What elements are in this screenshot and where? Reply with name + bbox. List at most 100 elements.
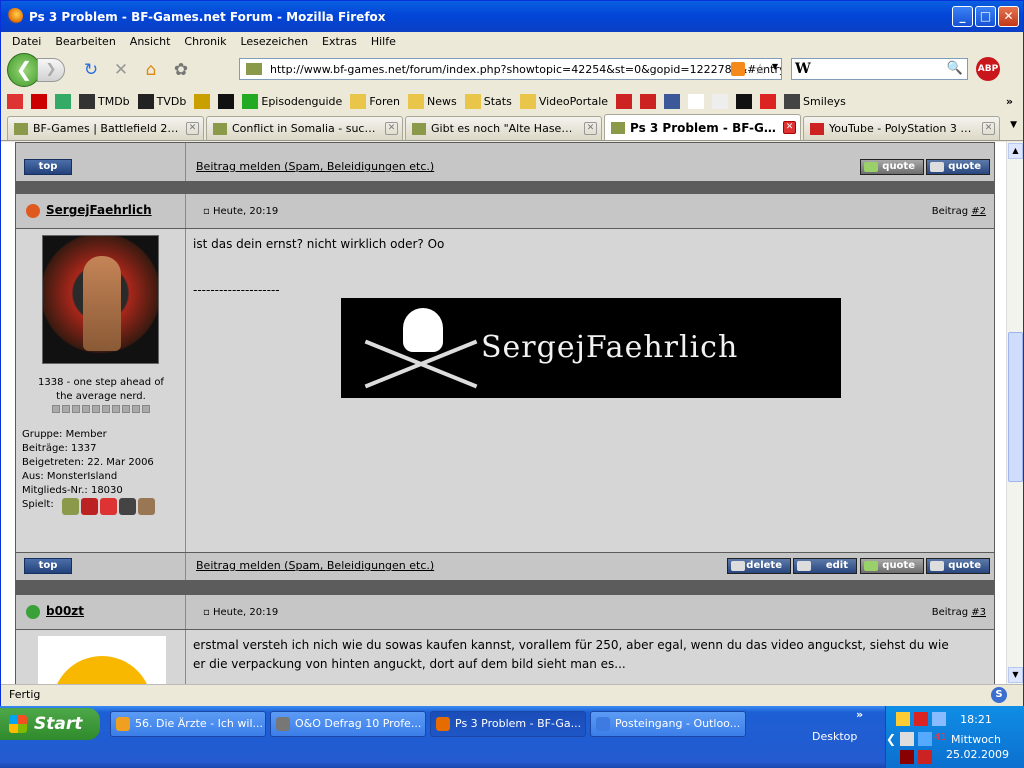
tray-icon[interactable] [896,712,910,726]
post-body: erstmal versteh ich nich wie du sowas ka… [16,630,994,684]
bookmark-label: Smileys [803,94,846,108]
bookmark-item[interactable] [736,93,756,109]
browser-tab[interactable]: Ps 3 Problem - BF-Game... ✕ [604,114,801,140]
tray-icon[interactable] [900,750,914,764]
bookmark-item[interactable] [55,93,75,109]
bookmarks-overflow-icon[interactable]: » [1006,95,1013,108]
report-link[interactable]: Beitrag melden (Spam, Beleidigungen etc.… [196,160,434,173]
back-button[interactable]: ❮ [7,53,41,87]
bookmark-item[interactable]: Stats [464,93,516,109]
tray-counter[interactable]: 41 [934,732,947,743]
post-username[interactable]: b00zt [46,604,84,618]
edit-button[interactable]: edit [793,558,857,574]
scroll-down-icon[interactable]: ▼ [1008,667,1023,683]
quote-button[interactable]: quote [926,558,990,574]
taskbar-button[interactable]: O&O Defrag 10 Profe... [270,711,426,737]
multiquote-button[interactable]: quote [860,558,924,574]
clock[interactable]: 18:21 Mittwoch [946,712,1006,748]
taskbar-button[interactable]: Ps 3 Problem - BF-Ga... [430,711,586,737]
post-number-link[interactable]: #3 [971,607,986,618]
menu-chronik[interactable]: Chronik [177,35,233,48]
delete-button[interactable]: delete [727,558,791,574]
bookmark-item[interactable]: Foren [350,93,404,109]
menu-extras[interactable]: Extras [315,35,364,48]
menu-ansicht[interactable]: Ansicht [123,35,178,48]
home-button[interactable]: ⌂ [139,58,163,82]
delete-icon [731,561,745,571]
browser-tab[interactable]: YouTube - PolyStation 3 Revi... ✕ [803,116,1000,140]
browser-tab[interactable]: Gibt es noch "Alte Hasen"? - ... ✕ [405,116,602,140]
bookmark-item[interactable]: Episodenguide [242,93,346,109]
top-button[interactable]: top [24,558,72,574]
bookmark-label: Foren [369,94,400,108]
close-tab-icon[interactable]: ✕ [783,121,796,134]
bookmark-item[interactable] [616,93,636,109]
bookmark-item[interactable] [760,93,780,109]
tab-list-icon[interactable]: ▼ [1010,120,1017,130]
post-number-link[interactable]: #2 [971,206,986,217]
bookmark-item[interactable]: TVDb [137,93,191,109]
tab-favicon [611,121,625,134]
minimize-button[interactable]: _ [952,6,973,27]
top-button[interactable]: top [24,159,72,175]
post-username[interactable]: SergejFaehrlich [46,203,152,217]
taskbar-button[interactable]: 56. Die Ärzte - Ich wil... [110,711,266,737]
tray-icon[interactable] [918,732,932,746]
wikipedia-search-icon[interactable]: W [795,61,811,77]
reload-button[interactable]: ↻ [79,58,103,82]
close-tab-icon[interactable]: ✕ [385,122,398,135]
close-tab-icon[interactable]: ✕ [982,122,995,135]
tray-icon[interactable] [914,712,928,726]
tray-icon[interactable] [900,732,914,746]
search-icon[interactable]: 🔍 [947,61,963,76]
bookmark-star-icon[interactable]: ☆ [754,60,767,78]
bookmark-item[interactable]: Smileys [784,93,850,109]
bookmark-item[interactable] [7,93,27,109]
tray-icon[interactable] [918,750,932,764]
close-button[interactable]: ✕ [998,6,1019,27]
stop-button[interactable]: ✕ [109,58,133,82]
bookmark-item[interactable] [640,93,660,109]
task-overflow-icon[interactable]: » [856,708,863,721]
search-box[interactable]: W 🔍 [791,58,968,80]
quote-button[interactable]: quote [926,159,990,175]
addon-icon[interactable]: ✿ [169,58,193,82]
vertical-scrollbar[interactable]: ▲ ▼ [1006,142,1023,684]
close-tab-icon[interactable]: ✕ [186,122,199,135]
browser-tab[interactable]: Conflict in Somalia - sucher S... ✕ [206,116,403,140]
user-title: 1338 - one step ahead of the average nerd… [38,377,164,402]
adblock-icon[interactable]: ABP [976,57,1000,81]
bookmark-item[interactable] [194,93,214,109]
url-dropdown-icon[interactable]: ▼ [772,62,778,71]
report-link[interactable]: Beitrag melden (Spam, Beleidigungen etc.… [196,559,434,572]
maximize-button[interactable]: □ [975,6,996,27]
bookmark-item[interactable]: VideoPortale [519,93,612,109]
bookmark-item[interactable] [31,93,51,109]
desktop-toolbar[interactable]: Desktop [812,730,857,743]
forward-button[interactable]: ❯ [37,58,65,82]
rss-icon[interactable] [731,62,745,76]
bookmark-item[interactable] [688,93,708,109]
bookmark-item[interactable] [664,93,684,109]
status-addon-icon[interactable]: S [991,687,1007,703]
tray-icon[interactable] [932,712,946,726]
title-bar[interactable]: Ps 3 Problem - BF-Games.net Forum - Mozi… [1,1,1023,32]
chevron-left-icon[interactable]: ❮ [886,732,896,746]
menu-bearbeiten[interactable]: Bearbeiten [48,35,122,48]
multiquote-button[interactable]: quote [860,159,924,175]
bookmark-item[interactable]: TMDb [79,93,134,109]
bookmark-item[interactable] [218,93,238,109]
menu-datei[interactable]: Datei [5,35,48,48]
task-app-icon [276,717,290,731]
menu-hilfe[interactable]: Hilfe [364,35,403,48]
browser-tab[interactable]: BF-Games | Battlefield 2 - Batt... ✕ [7,116,204,140]
bookmark-item[interactable]: News [408,93,461,109]
scroll-up-icon[interactable]: ▲ [1008,143,1023,159]
taskbar-button[interactable]: Posteingang - Outloo... [590,711,746,737]
url-bar[interactable]: http://www.bf-games.net/forum/index.php?… [239,58,782,80]
start-button[interactable]: Start [0,708,100,740]
close-tab-icon[interactable]: ✕ [584,122,597,135]
scroll-thumb[interactable] [1008,332,1023,482]
menu-lesezeichen[interactable]: Lesezeichen [233,35,315,48]
bookmark-item[interactable] [712,93,732,109]
